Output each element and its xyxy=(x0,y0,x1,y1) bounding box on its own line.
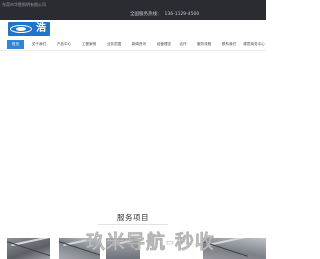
nav-item-news[interactable]: 新闻资讯 xyxy=(128,40,150,49)
nav-item-home[interactable]: 首页 xyxy=(7,40,24,49)
watermark: 玖米导航-秒收 xyxy=(86,231,215,254)
nav-item-business-center[interactable]: 德意商务中心 xyxy=(242,40,266,49)
nav-item-process[interactable]: 服务流程 xyxy=(193,40,215,49)
card-image-detail xyxy=(7,240,50,257)
nav-item-contact[interactable]: 联系我们 xyxy=(218,40,240,49)
nav-item-philosophy[interactable]: 经营理念 xyxy=(153,40,175,49)
nav-item-business[interactable]: 业务范围 xyxy=(103,40,125,49)
hotline-number[interactable]: 136-1129-4500 xyxy=(165,12,200,17)
service-hotline: 全国服务热线： 136-1129-4500 xyxy=(127,11,199,17)
service-card-1[interactable] xyxy=(7,238,50,259)
main-nav: 首页 关于我们 产品中心 工程案例 业务范围 新闻资讯 经营理念 合作 服务流程… xyxy=(0,39,266,51)
logo-mark: 浩 xyxy=(36,23,46,34)
top-bar: 东莞市华胜照明有限公司 全国服务热线： 136-1129-4500 xyxy=(0,0,266,20)
nav-item-about[interactable]: 关于我们 xyxy=(28,40,50,49)
section-divider xyxy=(98,224,168,225)
nav-item-products[interactable]: 产品中心 xyxy=(53,40,75,49)
logo[interactable]: 浩 xyxy=(8,22,50,36)
nav-item-cooperation[interactable]: 合作 xyxy=(177,40,189,49)
header: 浩 xyxy=(0,20,266,39)
banner-area xyxy=(0,51,266,201)
hotline-label: 全国服务热线： xyxy=(130,12,162,17)
section-title: 服务项目 xyxy=(117,213,149,222)
nav-item-cases[interactable]: 工程案例 xyxy=(78,40,100,49)
company-name: 东莞市华胜照明有限公司 xyxy=(2,2,46,7)
logo-oval-inner-icon xyxy=(16,27,26,31)
